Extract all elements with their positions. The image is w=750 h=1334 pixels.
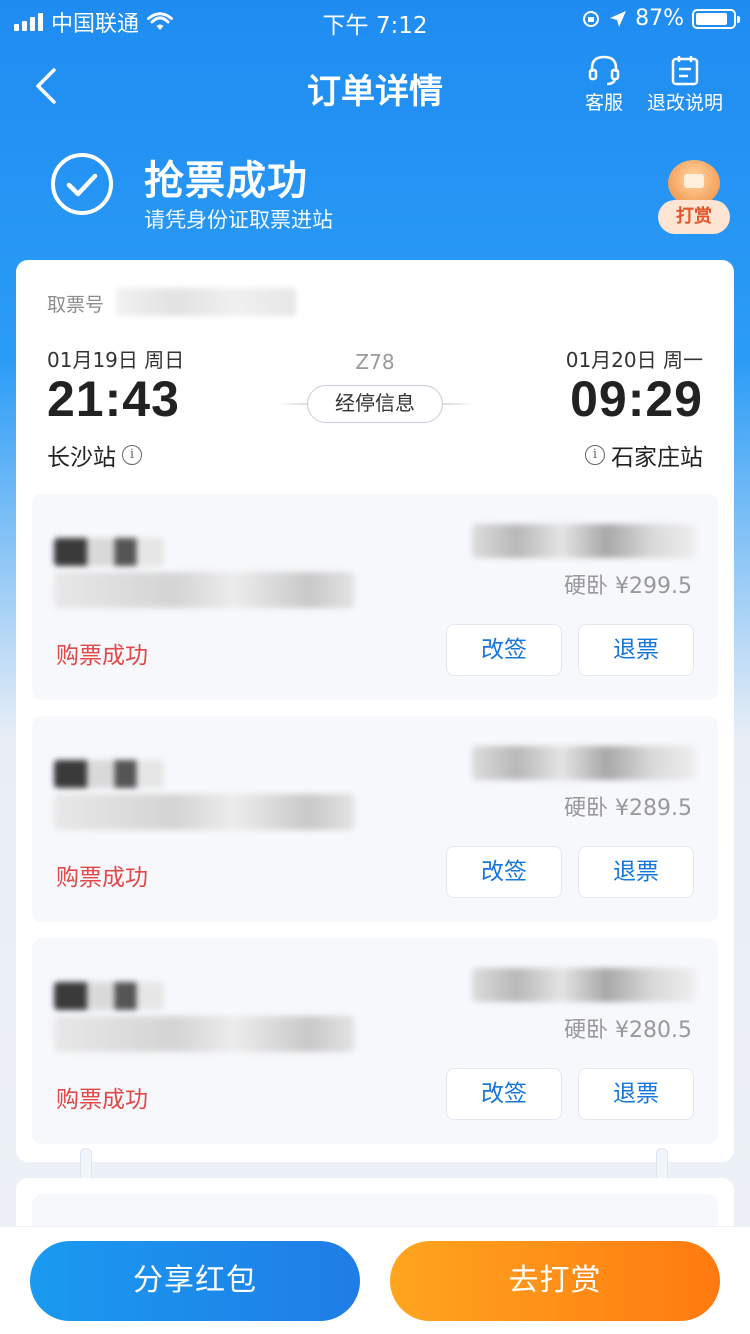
- refund-rules-label: 退改说明: [646, 92, 723, 114]
- refund-ticket-button[interactable]: 退票: [578, 624, 694, 676]
- customer-service-button[interactable]: 客服: [580, 54, 628, 115]
- tip-badge[interactable]: 打赏: [656, 160, 730, 236]
- ticket-status: 购票成功: [56, 1087, 148, 1113]
- status-bar: 中国联通 下午 7:12 87%: [0, 0, 750, 40]
- seat-price: 硬卧 ¥280.5: [564, 1018, 692, 1043]
- ticket-card: 取票号 01月19日 周日 21:43 长沙站 i Z78 经停信息 01月20…: [16, 260, 734, 1162]
- passenger-name-redacted: [54, 760, 164, 788]
- ticket-status: 购票成功: [56, 865, 148, 891]
- battery-icon: [692, 8, 740, 29]
- customer-service-label: 客服: [584, 92, 623, 114]
- pickup-number-redacted: [116, 288, 296, 316]
- success-subtitle: 请凭身份证取票进站: [144, 208, 333, 232]
- page-title: 订单详情: [307, 72, 443, 112]
- passenger-item: 硬卧 ¥299.5 购票成功 改签 退票: [32, 494, 718, 700]
- refund-rules-button[interactable]: 退改说明: [642, 54, 728, 115]
- stop-info-button[interactable]: 经停信息: [307, 385, 443, 423]
- refund-ticket-button[interactable]: 退票: [578, 1068, 694, 1120]
- passenger-name-redacted: [54, 538, 164, 566]
- bottom-action-bar: 分享红包 去打赏: [0, 1226, 750, 1334]
- info-icon[interactable]: i: [585, 445, 605, 465]
- pickup-number-label: 取票号: [47, 294, 105, 316]
- passenger-item: 硬卧 ¥280.5 购票成功 改签 退票: [32, 938, 718, 1144]
- seat-price: 硬卧 ¥299.5: [564, 574, 692, 599]
- status-right: 87%: [581, 6, 740, 31]
- seat-price: 硬卧 ¥289.5: [564, 796, 692, 821]
- ticket-status: 购票成功: [56, 643, 148, 669]
- passenger-id-redacted: [54, 1016, 354, 1052]
- seat-number-redacted: [472, 524, 696, 558]
- arrival-station-name: 石家庄站: [611, 445, 703, 471]
- arrival-date: 01月20日 周一: [565, 348, 703, 372]
- orientation-lock-icon: [583, 10, 600, 27]
- location-arrow-icon: [610, 10, 627, 27]
- passenger-item: 硬卧 ¥289.5 购票成功 改签 退票: [32, 716, 718, 922]
- share-red-packet-button[interactable]: 分享红包: [30, 1241, 360, 1321]
- departure-station[interactable]: 长沙站 i: [47, 438, 142, 472]
- refund-ticket-button[interactable]: 退票: [578, 846, 694, 898]
- seat-number-redacted: [472, 746, 696, 780]
- battery-percent: 87%: [635, 6, 684, 31]
- passenger-id-redacted: [54, 794, 354, 830]
- battery-fill: [696, 12, 728, 25]
- success-header: 抢票成功 请凭身份证取票进站: [50, 148, 650, 232]
- arrival-station[interactable]: i 石家庄站: [585, 438, 703, 472]
- change-ticket-button[interactable]: 改签: [446, 846, 562, 898]
- nav-bar: 订单详情 客服 退改说明: [0, 48, 750, 124]
- arrival-time: 09:29: [570, 371, 703, 427]
- success-title: 抢票成功: [144, 158, 308, 204]
- info-icon[interactable]: i: [122, 445, 142, 465]
- change-ticket-button[interactable]: 改签: [446, 624, 562, 676]
- change-ticket-button[interactable]: 改签: [446, 1068, 562, 1120]
- document-icon: [671, 56, 699, 86]
- departure-station-name: 长沙站: [47, 445, 116, 471]
- tip-badge-label: 打赏: [658, 200, 730, 234]
- departure-time: 21:43: [47, 371, 180, 427]
- passenger-id-redacted: [54, 572, 354, 608]
- go-tip-button[interactable]: 去打赏: [390, 1241, 720, 1321]
- headset-icon: [588, 55, 620, 86]
- seat-number-redacted: [472, 968, 696, 1002]
- passenger-name-redacted: [54, 982, 164, 1010]
- check-circle-icon: [51, 153, 113, 215]
